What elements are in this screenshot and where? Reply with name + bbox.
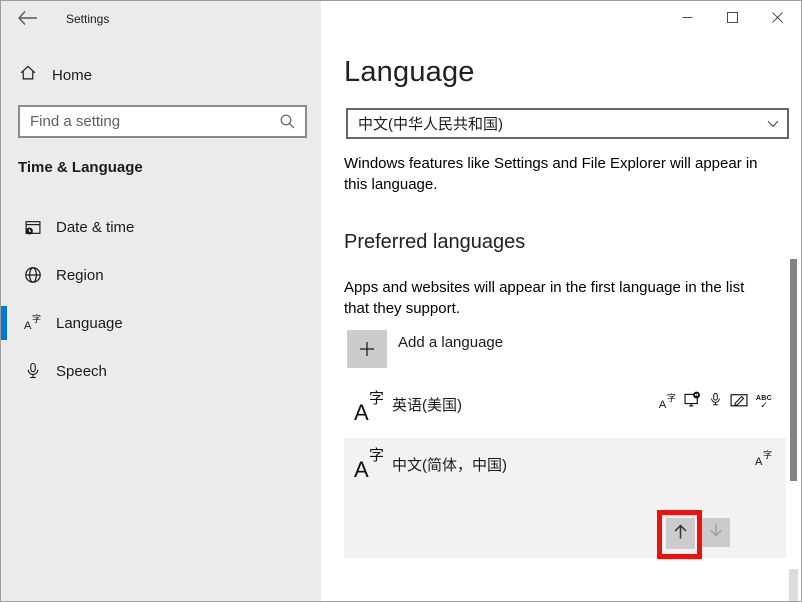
selected-item-accent-bar xyxy=(1,306,7,340)
scrollbar-track-bottom xyxy=(789,569,798,602)
language-name: 中文(简体，中国) xyxy=(392,454,507,475)
sidebar-item-home[interactable]: Home xyxy=(19,61,92,89)
sidebar-item-date-time[interactable]: Date & time xyxy=(1,209,321,245)
display-language-description: Windows features like Settings and File … xyxy=(344,153,760,195)
close-button[interactable] xyxy=(755,1,800,33)
sidebar-item-label: Language xyxy=(56,315,123,332)
sidebar-section-title: Time & Language xyxy=(18,159,143,176)
sidebar: Settings Home Time & Language Date & tim… xyxy=(1,1,321,601)
speech-icon xyxy=(23,362,42,380)
add-language-button[interactable]: Add a language xyxy=(347,330,503,368)
arrow-up-icon xyxy=(673,523,688,545)
text-to-speech-icon xyxy=(684,391,701,413)
sidebar-item-language[interactable]: A字 Language xyxy=(1,305,321,341)
page-title: Language xyxy=(344,56,475,89)
move-down-button[interactable] xyxy=(702,518,730,547)
sidebar-item-speech[interactable]: Speech xyxy=(1,353,321,389)
region-icon xyxy=(23,266,42,284)
arrow-down-icon xyxy=(709,522,723,543)
basic-typing-icon: ABC✓ xyxy=(756,395,772,410)
language-name: 英语(美国) xyxy=(392,394,462,415)
display-language-select[interactable]: 中文(中华人民共和国) xyxy=(346,108,789,139)
display-language-value: 中文(中华人民共和国) xyxy=(358,113,767,134)
language-glyph-icon: A字 xyxy=(354,448,384,481)
sidebar-item-region[interactable]: Region xyxy=(1,257,321,293)
preferred-languages-title: Preferred languages xyxy=(344,231,525,254)
minimize-button[interactable] xyxy=(665,1,710,33)
search-input[interactable] xyxy=(20,113,279,130)
sidebar-item-label: Speech xyxy=(56,363,107,380)
date-time-icon xyxy=(23,219,42,236)
add-language-label: Add a language xyxy=(398,334,503,351)
sidebar-item-label: Region xyxy=(56,267,104,284)
window-title: Settings xyxy=(66,12,109,26)
search-box xyxy=(18,105,307,138)
language-list-item-english[interactable]: A字 英语(美国) A字 ABC✓ xyxy=(344,382,786,429)
main-content: Language 中文(中华人民共和国) Windows features li… xyxy=(321,1,802,601)
display-language-icon: A字 xyxy=(659,394,676,411)
back-arrow-icon xyxy=(17,14,39,31)
speech-recognition-icon xyxy=(709,391,722,413)
home-icon xyxy=(19,64,37,86)
scrollbar-thumb[interactable] xyxy=(790,259,797,481)
back-button[interactable] xyxy=(17,9,43,29)
language-feature-icons: A字 xyxy=(755,451,772,468)
language-glyph-icon: A字 xyxy=(354,391,384,424)
plus-icon xyxy=(347,330,387,368)
handwriting-icon xyxy=(730,392,748,413)
language-feature-icons: A字 ABC✓ xyxy=(659,391,772,413)
settings-window: Settings Home Time & Language Date & tim… xyxy=(0,0,802,602)
language-icon: A字 xyxy=(23,315,42,332)
search-icon xyxy=(279,113,296,130)
home-label: Home xyxy=(52,67,92,84)
move-up-button[interactable] xyxy=(666,518,695,549)
window-controls xyxy=(665,1,800,33)
chevron-down-icon xyxy=(767,115,779,132)
display-language-icon: A字 xyxy=(755,451,772,468)
preferred-languages-description: Apps and websites will appear in the fir… xyxy=(344,277,756,319)
sidebar-item-label: Date & time xyxy=(56,219,134,236)
maximize-button[interactable] xyxy=(710,1,755,33)
